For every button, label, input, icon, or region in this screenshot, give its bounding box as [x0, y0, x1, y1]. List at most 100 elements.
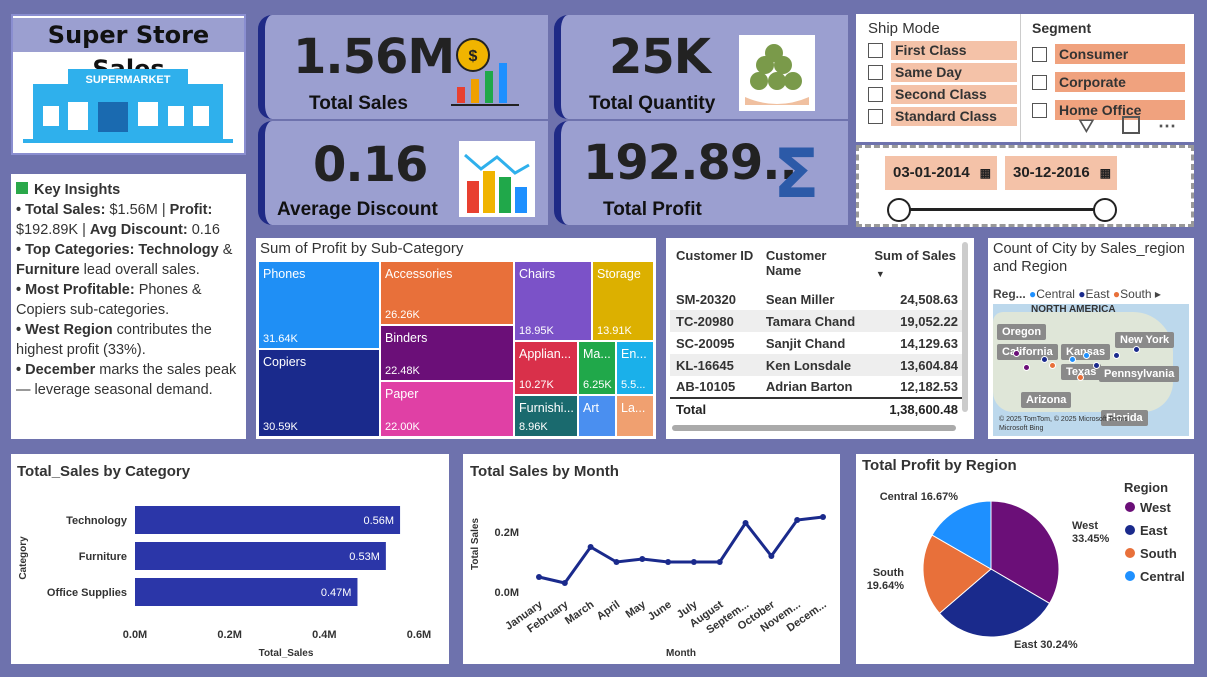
segment-option[interactable]: Consumer [1032, 40, 1188, 68]
line-point[interactable] [639, 556, 646, 562]
treemap-tile[interactable]: En... 5.5... [617, 342, 653, 394]
table-row[interactable]: TC-20980 Tamara Chand 19,052.22 [670, 310, 962, 332]
treemap-tile[interactable]: La... [617, 396, 653, 436]
line-point[interactable] [690, 559, 697, 565]
checkbox[interactable] [868, 108, 883, 124]
more-options-icon[interactable]: ⋯ [1158, 116, 1176, 137]
city-dot[interactable] [1093, 362, 1100, 369]
bing-logo: Microsoft Bing [999, 425, 1044, 432]
line-point[interactable] [768, 553, 775, 559]
legend-marker[interactable] [1125, 548, 1135, 558]
treemap-tile[interactable]: Furnishi... 8.96K [515, 396, 577, 436]
ship-mode-option[interactable]: Same Day [868, 61, 1018, 83]
treemap-tile[interactable]: Ma... 6.25K [579, 342, 615, 394]
city-dot[interactable] [1069, 356, 1076, 363]
legend-marker[interactable] [1125, 525, 1135, 535]
city-map[interactable]: NORTH AMERICAOregonCaliforniaKansasNew Y… [993, 304, 1189, 436]
line-point[interactable] [536, 574, 542, 580]
city-dot[interactable] [1013, 350, 1020, 357]
city-dot[interactable] [1077, 374, 1084, 381]
filter-icon[interactable]: ⛛ [1078, 116, 1095, 139]
table-cell: Sanjit Chand [765, 335, 846, 351]
bar[interactable] [135, 506, 401, 534]
legend-next-icon[interactable]: ▸ [1155, 287, 1161, 301]
table-row[interactable]: SM-20320 Sean Miller 24,508.63 [670, 288, 962, 310]
treemap-tile[interactable]: Storage 13.91K [593, 262, 653, 340]
checkbox[interactable] [868, 86, 883, 102]
treemap-tile[interactable]: Binders 22.48K [381, 326, 513, 380]
map-legend-item[interactable]: ●South [1113, 287, 1155, 301]
focus-mode-icon[interactable] [1122, 116, 1140, 134]
kpi-average-discount: 0.16 Average Discount [258, 121, 548, 225]
checkbox[interactable] [1032, 74, 1047, 90]
city-dot[interactable] [1049, 362, 1056, 369]
table-header-cell[interactable]: Sum of Sales ▼ [868, 244, 962, 288]
treemap-tile[interactable]: Phones 31.64K [259, 262, 379, 348]
map-state-label[interactable]: New York [1115, 332, 1175, 348]
ship-mode-title: Ship Mode [868, 20, 940, 37]
calendar-icon[interactable]: ▦ [980, 156, 991, 190]
treemap-tile[interactable]: Applian... 10.27K [515, 342, 577, 394]
table-total-row: Total 1,38,600.48 [670, 398, 962, 420]
line-point[interactable] [561, 580, 568, 586]
treemap-tile[interactable]: Paper 22.00K [381, 382, 513, 436]
table-header-cell[interactable]: Customer Name [760, 244, 868, 288]
x-tick-label: May [624, 598, 649, 621]
map-state-label[interactable]: California [997, 344, 1058, 360]
treemap-tile-value: 22.00K [385, 421, 420, 433]
line-point[interactable] [716, 559, 723, 565]
checkbox[interactable] [1032, 102, 1047, 118]
bar[interactable] [135, 542, 386, 570]
treemap-tile-label: Chairs [519, 267, 556, 281]
table-row[interactable]: SC-20095 Sanjit Chand 14,129.63 [670, 332, 962, 354]
ship-mode-option[interactable]: Standard Class [868, 105, 1018, 127]
map-legend-item[interactable]: ●Central [1029, 287, 1078, 301]
checkbox[interactable] [868, 42, 883, 58]
table-header-cell[interactable]: Customer ID [670, 244, 760, 288]
treemap-tile[interactable]: Art [579, 396, 615, 436]
city-dot[interactable] [1133, 346, 1140, 353]
treemap-tile-label: En... [621, 347, 647, 361]
checkbox[interactable] [868, 64, 883, 80]
treemap-tile[interactable]: Chairs 18.95K [515, 262, 591, 340]
continent-label: NORTH AMERICA [1031, 304, 1116, 315]
line-point[interactable] [794, 517, 801, 523]
calendar-icon[interactable]: ▦ [1100, 156, 1111, 190]
horizontal-scrollbar[interactable] [672, 425, 956, 431]
line-point[interactable] [742, 520, 749, 526]
city-dot[interactable] [1023, 364, 1030, 371]
bar-data-label: 0.53M [349, 551, 380, 563]
city-dot[interactable] [1113, 352, 1120, 359]
line-point[interactable] [613, 559, 620, 565]
sort-desc-icon[interactable]: ▼ [874, 269, 956, 279]
map-state-label[interactable]: Oregon [997, 324, 1047, 340]
line-point[interactable] [820, 514, 826, 520]
map-state-label[interactable]: Pennsylvania [1099, 366, 1180, 382]
ship-mode-option[interactable]: Second Class [868, 83, 1018, 105]
segment-option[interactable]: Corporate [1032, 68, 1188, 96]
table-cell: Ken Lonsdale [765, 357, 852, 373]
treemap-tile[interactable]: Copiers 30.59K [259, 350, 379, 436]
bar-chart-icon [459, 141, 535, 217]
pie-data-label: East 30.24% [1014, 639, 1078, 651]
city-dot[interactable] [1041, 356, 1048, 363]
checkbox[interactable] [1032, 46, 1047, 62]
date-slider-handle-start[interactable] [887, 198, 911, 222]
ship-mode-option[interactable]: First Class [868, 39, 1018, 61]
table-row[interactable]: KL-16645 Ken Lonsdale 13,604.84 [670, 354, 962, 376]
treemap-tile-label: La... [621, 401, 646, 415]
date-to-input[interactable]: 30-12-2016 ▦ [1005, 156, 1117, 190]
legend-marker[interactable] [1125, 571, 1135, 581]
map-state-label[interactable]: Arizona [1021, 392, 1072, 408]
city-dot[interactable] [1083, 352, 1090, 359]
table-row[interactable]: AB-10105 Adrian Barton 12,182.53 [670, 376, 962, 398]
legend-marker[interactable] [1125, 502, 1135, 512]
vertical-scrollbar[interactable] [962, 242, 968, 412]
line-point[interactable] [665, 559, 672, 565]
date-slider-handle-end[interactable] [1093, 198, 1117, 222]
category-tick-label: Technology [66, 515, 128, 527]
map-legend-item[interactable]: ●East [1078, 287, 1113, 301]
date-from-input[interactable]: 03-01-2014 ▦ [885, 156, 997, 190]
treemap-tile[interactable]: Accessories 26.26K [381, 262, 513, 324]
line-point[interactable] [587, 544, 594, 550]
